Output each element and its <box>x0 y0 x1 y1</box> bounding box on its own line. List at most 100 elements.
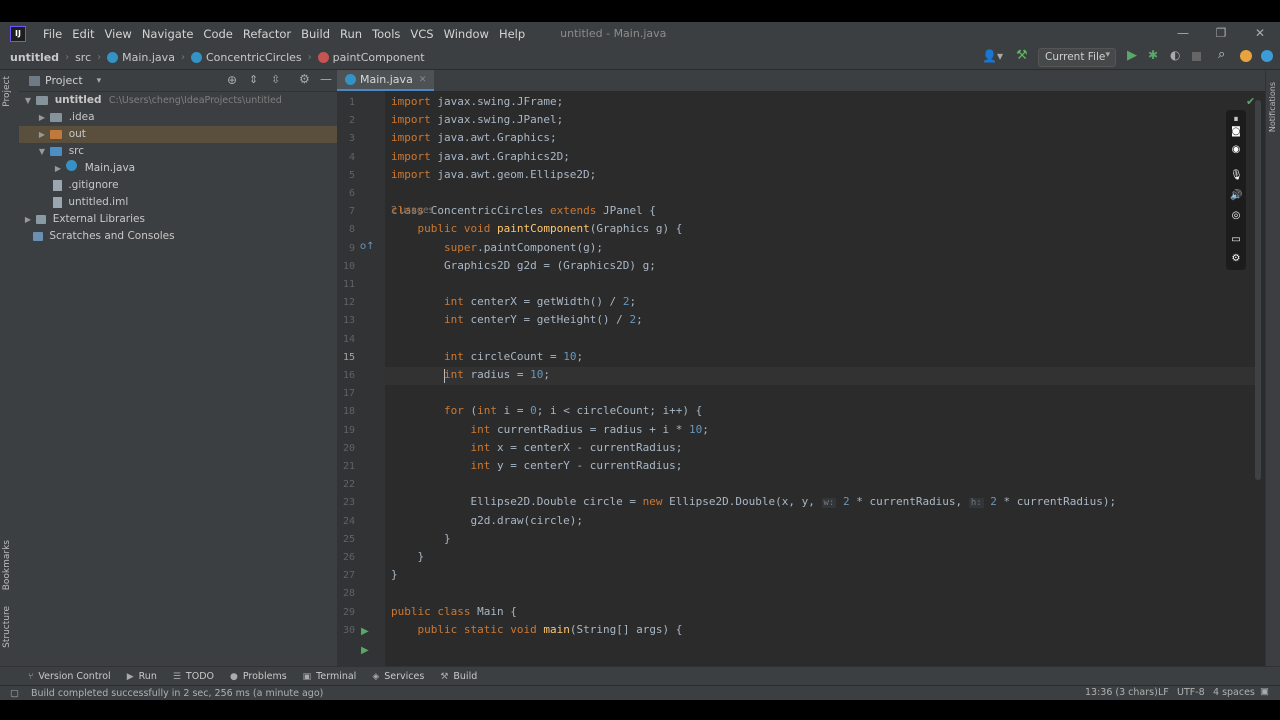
override-marker-icon[interactable]: o↑ <box>360 241 375 252</box>
code-line[interactable]: import javax.swing.JFrame; <box>391 95 563 108</box>
line-number[interactable]: 24 <box>337 516 355 527</box>
expand-all-icon[interactable]: ⇕ <box>249 73 258 86</box>
locate-file-icon[interactable]: ⊕ <box>227 73 237 87</box>
line-number[interactable]: 1 <box>337 97 355 108</box>
line-number[interactable]: 26 <box>337 552 355 563</box>
settings-icon[interactable]: ⚙ <box>1230 253 1242 265</box>
pause-icon[interactable]: ⏸ <box>1230 114 1242 126</box>
menu-help[interactable]: Help <box>494 27 530 41</box>
code-line[interactable]: import java.awt.Graphics; <box>391 131 557 144</box>
lock-icon[interactable]: ▣ <box>1260 686 1269 697</box>
gear-icon[interactable]: ⚙ <box>299 72 310 86</box>
menu-code[interactable]: Code <box>198 27 237 41</box>
chevron-down-icon[interactable]: ▼ <box>37 143 47 160</box>
menu-edit[interactable]: Edit <box>67 27 99 41</box>
line-number[interactable]: 6 <box>337 188 355 199</box>
breadcrumb-class[interactable]: ConcentricCircles <box>206 51 302 64</box>
breadcrumb-method[interactable]: paintComponent <box>333 51 425 64</box>
search-icon[interactable]: ⌕ <box>1218 47 1225 62</box>
code-line[interactable]: int centerY = getHeight() / 2; <box>391 313 643 326</box>
run-gutter-icon[interactable]: ▶ <box>361 645 369 656</box>
code-line[interactable]: super.paintComponent(g); <box>391 241 603 254</box>
line-number[interactable]: 14 <box>337 334 355 345</box>
tree-item-src[interactable]: ▼ src <box>19 143 355 160</box>
coverage-icon[interactable]: ◐ <box>1170 48 1180 62</box>
code-line[interactable]: import java.awt.Graphics2D; <box>391 150 570 163</box>
code-line[interactable]: Graphics2D g2d = (Graphics2D) g; <box>391 259 656 272</box>
breadcrumb-project[interactable]: untitled <box>10 51 59 64</box>
webcam-icon[interactable]: ◎ <box>1230 210 1242 222</box>
build-hammer-icon[interactable]: ⚒ <box>1016 48 1028 63</box>
menu-vcs[interactable]: VCS <box>405 27 438 41</box>
speaker-icon[interactable]: 🔊 <box>1230 190 1242 202</box>
chevron-right-icon[interactable]: ▶ <box>37 109 47 126</box>
line-number[interactable]: 25 <box>337 534 355 545</box>
version-control-tool-button[interactable]: ⑂ Version Control <box>28 671 111 682</box>
code-line[interactable]: public void paintComponent(Graphics g) { <box>391 222 683 235</box>
line-number[interactable]: 11 <box>337 279 355 290</box>
notifications-tool-button[interactable]: Notifications <box>1268 82 1277 132</box>
code-line[interactable]: import java.awt.geom.Ellipse2D; <box>391 168 596 181</box>
terminal-tool-button[interactable]: ▣ Terminal <box>303 671 357 682</box>
run-icon[interactable]: ▶ <box>1127 48 1137 63</box>
code-line[interactable]: g2d.draw(circle); <box>391 514 583 527</box>
tree-item-gitignore[interactable]: .gitignore <box>19 177 371 194</box>
chevron-down-icon[interactable]: ▾ <box>97 76 102 86</box>
tree-item-idea[interactable]: ▶ .idea <box>19 109 355 126</box>
code-line[interactable]: } <box>391 568 398 581</box>
line-number[interactable]: 4 <box>337 152 355 163</box>
status-toggle-icon[interactable]: ▢ <box>10 688 19 699</box>
project-tool-button[interactable]: Project <box>2 76 12 107</box>
line-number[interactable]: 18 <box>337 406 355 417</box>
line-number[interactable]: 9 <box>337 243 355 254</box>
status-message[interactable]: Build completed successfully in 2 sec, 2… <box>31 688 323 699</box>
services-tool-button[interactable]: ◈ Services <box>372 671 424 682</box>
line-number[interactable]: 22 <box>337 479 355 490</box>
tree-item-out[interactable]: ▶ out <box>19 126 337 143</box>
line-number[interactable]: 29 <box>337 607 355 618</box>
menu-build[interactable]: Build <box>296 27 335 41</box>
debug-icon[interactable]: ✱ <box>1148 48 1158 62</box>
menu-navigate[interactable]: Navigate <box>137 27 199 41</box>
editor-scrollbar[interactable] <box>1255 100 1261 480</box>
bookmarks-tool-button[interactable]: Bookmarks <box>2 540 12 590</box>
close-button[interactable]: ✕ <box>1240 22 1280 45</box>
microphone-icon[interactable]: 🎙 <box>1230 170 1243 182</box>
line-number[interactable]: 28 <box>337 588 355 599</box>
hide-panel-icon[interactable]: — <box>320 72 332 86</box>
line-number[interactable]: 23 <box>337 497 355 508</box>
code-line[interactable]: int radius = 10; <box>391 368 550 381</box>
stop-icon[interactable] <box>1192 52 1201 61</box>
chevron-right-icon[interactable]: ▶ <box>23 211 33 228</box>
code-line[interactable]: Ellipse2D.Double circle = new Ellipse2D.… <box>391 495 1116 509</box>
user-icon[interactable]: 👤▾ <box>982 49 1003 63</box>
line-number[interactable]: 27 <box>337 570 355 581</box>
code-line[interactable]: import javax.swing.JPanel; <box>391 113 563 126</box>
code-line[interactable]: int y = centerY - currentRadius; <box>391 459 682 472</box>
build-tool-button[interactable]: ⚒ Build <box>440 671 477 682</box>
line-number[interactable]: 5 <box>337 170 355 181</box>
inspection-ok-icon[interactable]: ✔ <box>1246 95 1255 108</box>
line-number[interactable]: 3 <box>337 133 355 144</box>
line-number[interactable]: 12 <box>337 297 355 308</box>
chevron-right-icon[interactable]: ▶ <box>37 126 47 143</box>
todo-tool-button[interactable]: ☰ TODO <box>173 671 214 682</box>
menu-tools[interactable]: Tools <box>367 27 405 41</box>
intellij-logo-icon[interactable]: IJ <box>10 25 26 42</box>
run-tool-button[interactable]: ▶ Run <box>127 671 157 682</box>
tree-item-main-java[interactable]: ▶ Main.java <box>19 160 371 177</box>
code-line[interactable]: } <box>391 532 451 545</box>
tree-item-untitled[interactable]: ▼ untitled C:\Users\cheng\IdeaProjects\u… <box>19 92 341 109</box>
menu-refactor[interactable]: Refactor <box>238 27 296 41</box>
code-line[interactable]: int centerX = getWidth() / 2; <box>391 295 636 308</box>
run-configuration-select[interactable]: Current File ▾ <box>1038 48 1116 67</box>
chevron-right-icon[interactable]: ▶ <box>53 160 63 177</box>
menu-window[interactable]: Window <box>439 27 494 41</box>
line-number[interactable]: 16 <box>337 370 355 381</box>
line-number[interactable]: 15 <box>337 352 355 363</box>
code-line[interactable]: int currentRadius = radius + i * 10; <box>391 423 708 436</box>
menu-view[interactable]: View <box>100 27 137 41</box>
line-number[interactable]: 10 <box>337 261 355 272</box>
line-separator[interactable]: LF <box>1158 687 1169 698</box>
close-tab-icon[interactable]: ✕ <box>419 75 427 85</box>
